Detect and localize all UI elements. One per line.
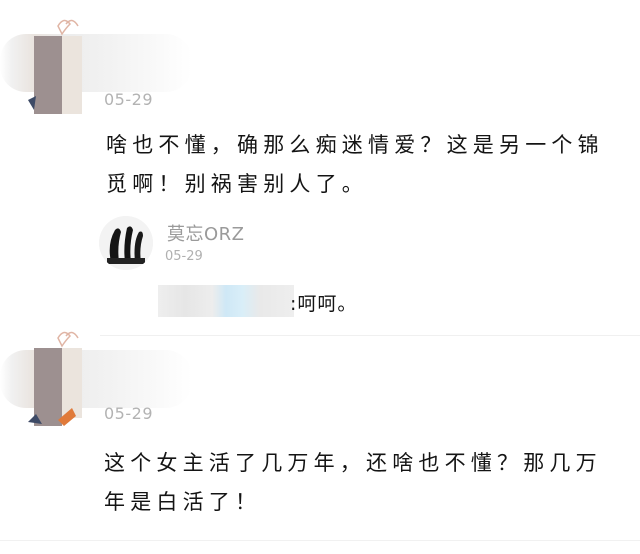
avatar[interactable]: [22, 330, 84, 432]
avatar[interactable]: [22, 18, 84, 116]
avatar-image: [28, 19, 82, 114]
comment-date: 05-29: [104, 90, 153, 109]
reply-username[interactable]: 莫忘ORZ: [167, 220, 245, 246]
avatar-image: [99, 216, 153, 270]
divider: [100, 335, 640, 336]
comment-text: 这个女主活了几万年，还啥也不懂？那几万年是白活了！: [104, 451, 602, 514]
reply-text: :呵呵。: [290, 293, 358, 315]
reply-avatar[interactable]: [99, 216, 153, 270]
avatar-image: [28, 331, 82, 426]
reply-date: 05-29: [165, 249, 203, 264]
comment-text: 啥也不懂，确那么痴迷情爱？这是另一个锦觅啊！别祸害别人了。: [106, 133, 604, 196]
blurred-mention: [158, 285, 294, 317]
comment-date: 05-29: [104, 404, 153, 423]
divider: [0, 540, 640, 541]
